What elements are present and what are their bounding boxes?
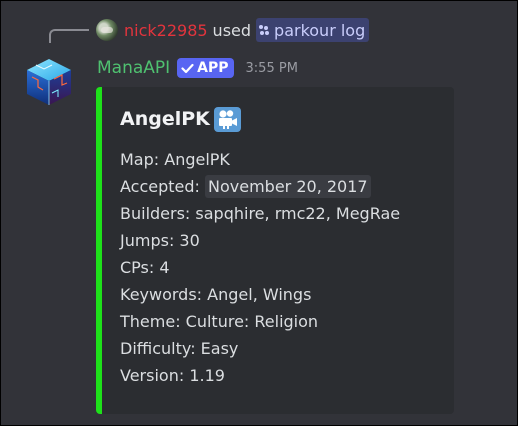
field-label: Jumps: bbox=[120, 231, 180, 250]
embed-title: AngelPK bbox=[120, 105, 241, 133]
timestamp-chip[interactable]: November 20, 2017 bbox=[205, 175, 371, 198]
embed-fields: Map: AngelPK Accepted: November 20, 2017… bbox=[120, 146, 400, 389]
field-accepted: Accepted: November 20, 2017 bbox=[120, 173, 400, 200]
field-keywords: Keywords: Angel, Wings bbox=[120, 281, 400, 308]
command-chip[interactable]: parkour log bbox=[256, 18, 370, 42]
message-timestamp[interactable]: 3:55 PM bbox=[246, 61, 298, 76]
field-value: 1.19 bbox=[189, 366, 225, 385]
field-label: Accepted: bbox=[120, 177, 206, 196]
reply-action-text: used bbox=[212, 20, 252, 40]
field-label: Map: bbox=[120, 150, 165, 169]
field-label: Difficulty: bbox=[120, 339, 201, 358]
embed-card: AngelPK Map: AngelPK Accepted: November … bbox=[96, 87, 454, 414]
field-theme: Theme: Culture: Religion bbox=[120, 308, 400, 335]
field-label: Version: bbox=[120, 366, 190, 385]
field-jumps: Jumps: 30 bbox=[120, 227, 400, 254]
field-label: Keywords: bbox=[120, 285, 208, 304]
author-name[interactable]: ManaAPI bbox=[97, 58, 170, 78]
reply-connector bbox=[49, 29, 89, 43]
chat-message: nick22985 used parkour log ManaAPI APP 3… bbox=[1, 1, 517, 425]
field-value: Easy bbox=[200, 339, 239, 358]
app-badge: APP bbox=[177, 58, 234, 78]
field-value: Culture: Religion bbox=[185, 312, 319, 331]
cube-logo-icon bbox=[27, 59, 71, 105]
field-label: Builders: bbox=[120, 204, 196, 223]
checkmark-icon bbox=[181, 63, 194, 73]
field-value: AngelPK bbox=[164, 150, 230, 169]
field-cps: CPs: 4 bbox=[120, 254, 400, 281]
bot-avatar[interactable] bbox=[24, 57, 74, 107]
slash-command-icon bbox=[259, 25, 270, 35]
command-name: parkour log bbox=[274, 20, 366, 40]
field-value: sapqhire, rmc22, MegRae bbox=[195, 204, 401, 223]
embed-accent-bar bbox=[96, 87, 102, 414]
reply-user-avatar[interactable] bbox=[96, 19, 118, 41]
field-version: Version: 1.19 bbox=[120, 362, 400, 389]
app-badge-label: APP bbox=[197, 60, 229, 76]
field-value: Angel, Wings bbox=[207, 285, 312, 304]
field-label: Theme: bbox=[120, 312, 186, 331]
message-header: ManaAPI APP 3:55 PM bbox=[97, 55, 298, 81]
field-map: Map: AngelPK bbox=[120, 146, 400, 173]
field-label: CPs: bbox=[120, 258, 160, 277]
field-value: 4 bbox=[159, 258, 170, 277]
field-value: 30 bbox=[179, 231, 200, 250]
embed-title-text: AngelPK bbox=[120, 108, 210, 130]
command-reply-line: nick22985 used parkour log bbox=[96, 18, 370, 42]
field-builders: Builders: sapqhire, rmc22, MegRae bbox=[120, 200, 400, 227]
movie-camera-icon bbox=[213, 106, 241, 132]
field-difficulty: Difficulty: Easy bbox=[120, 335, 400, 362]
reply-username[interactable]: nick22985 bbox=[124, 21, 208, 40]
